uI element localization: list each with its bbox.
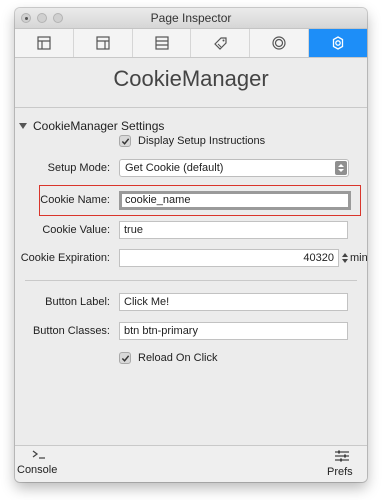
setup-mode-select[interactable]: Get Cookie (default) — [119, 159, 349, 177]
tab-layout[interactable] — [15, 29, 74, 57]
button-label-label: Button Label: — [45, 296, 110, 308]
window-title: Page Inspector — [150, 11, 232, 25]
prefs-button[interactable]: Prefs — [327, 449, 353, 478]
tab-target[interactable] — [250, 29, 310, 57]
section-title: CookieManager Settings — [33, 119, 165, 133]
reload-on-click-row: Reload On Click — [15, 350, 367, 370]
select-arrows-icon — [335, 161, 347, 175]
setup-mode-row: Setup Mode: Get Cookie (default) — [15, 159, 367, 179]
section-divider — [25, 280, 357, 281]
extension-title: CookieManager — [113, 66, 269, 91]
inspector-tab-bar — [15, 29, 367, 58]
console-button[interactable]: Console — [17, 449, 57, 476]
header-divider — [15, 107, 367, 108]
cookie-expiration-input[interactable]: 40320 — [119, 249, 339, 267]
expiration-stepper[interactable] — [341, 250, 349, 266]
cookie-name-row: Cookie Name: cookie_name — [15, 191, 367, 211]
cookie-expiration-label: Cookie Expiration: — [20, 252, 110, 264]
checkbox-box — [119, 352, 131, 364]
columns-icon — [154, 36, 169, 50]
layout-icon — [37, 36, 51, 50]
gear-icon — [332, 36, 344, 50]
checkmark-icon — [121, 137, 129, 145]
button-label-row: Button Label: Click Me! — [15, 293, 367, 313]
display-setup-label: Display Setup Instructions — [138, 135, 266, 147]
title-bar: Page Inspector — [15, 8, 367, 29]
cookie-name-input[interactable]: cookie_name — [119, 191, 351, 210]
page-inspector-window: Page Inspector CookieManager CookieManag… — [15, 8, 367, 482]
reload-on-click-label: Reload On Click — [138, 352, 218, 364]
terminal-icon — [32, 450, 45, 459]
prefs-label: Prefs — [327, 466, 353, 478]
sliders-icon — [335, 450, 349, 462]
sidebar-layout-icon — [96, 36, 110, 50]
tag-icon — [214, 37, 227, 50]
cookie-name-label: Cookie Name: — [40, 194, 110, 206]
setup-mode-value: Get Cookie (default) — [125, 162, 224, 174]
console-label: Console — [17, 464, 58, 476]
tab-tag[interactable] — [191, 29, 251, 57]
cookie-expiration-row: Cookie Expiration: 40320 min — [15, 249, 367, 269]
cookie-value-label: Cookie Value: — [42, 224, 110, 236]
disclosure-triangle-icon — [19, 123, 27, 129]
checkmark-icon — [121, 354, 129, 362]
circle-target-icon — [272, 36, 286, 50]
expiration-unit: min — [350, 252, 367, 264]
tab-settings[interactable] — [309, 29, 367, 57]
checkbox-box — [119, 135, 131, 147]
button-classes-label: Button Classes: — [32, 325, 110, 337]
display-setup-row: Display Setup Instructions — [15, 133, 367, 153]
button-label-input[interactable]: Click Me! — [119, 293, 348, 311]
tab-sidebar-layout[interactable] — [74, 29, 133, 57]
setup-mode-label: Setup Mode: — [47, 162, 110, 174]
reload-on-click-checkbox[interactable]: Reload On Click — [119, 352, 217, 364]
button-classes-input[interactable]: btn btn-primary — [119, 322, 348, 340]
cookie-value-row: Cookie Value: true — [15, 221, 367, 241]
cookie-value-input[interactable]: true — [119, 221, 348, 239]
tab-columns[interactable] — [133, 29, 192, 57]
button-classes-row: Button Classes: btn btn-primary — [15, 322, 367, 342]
bottom-toolbar: Console Prefs — [15, 445, 367, 482]
settings-section-toggle[interactable]: CookieManager Settings — [19, 118, 164, 134]
display-setup-checkbox[interactable]: Display Setup Instructions — [119, 135, 265, 147]
